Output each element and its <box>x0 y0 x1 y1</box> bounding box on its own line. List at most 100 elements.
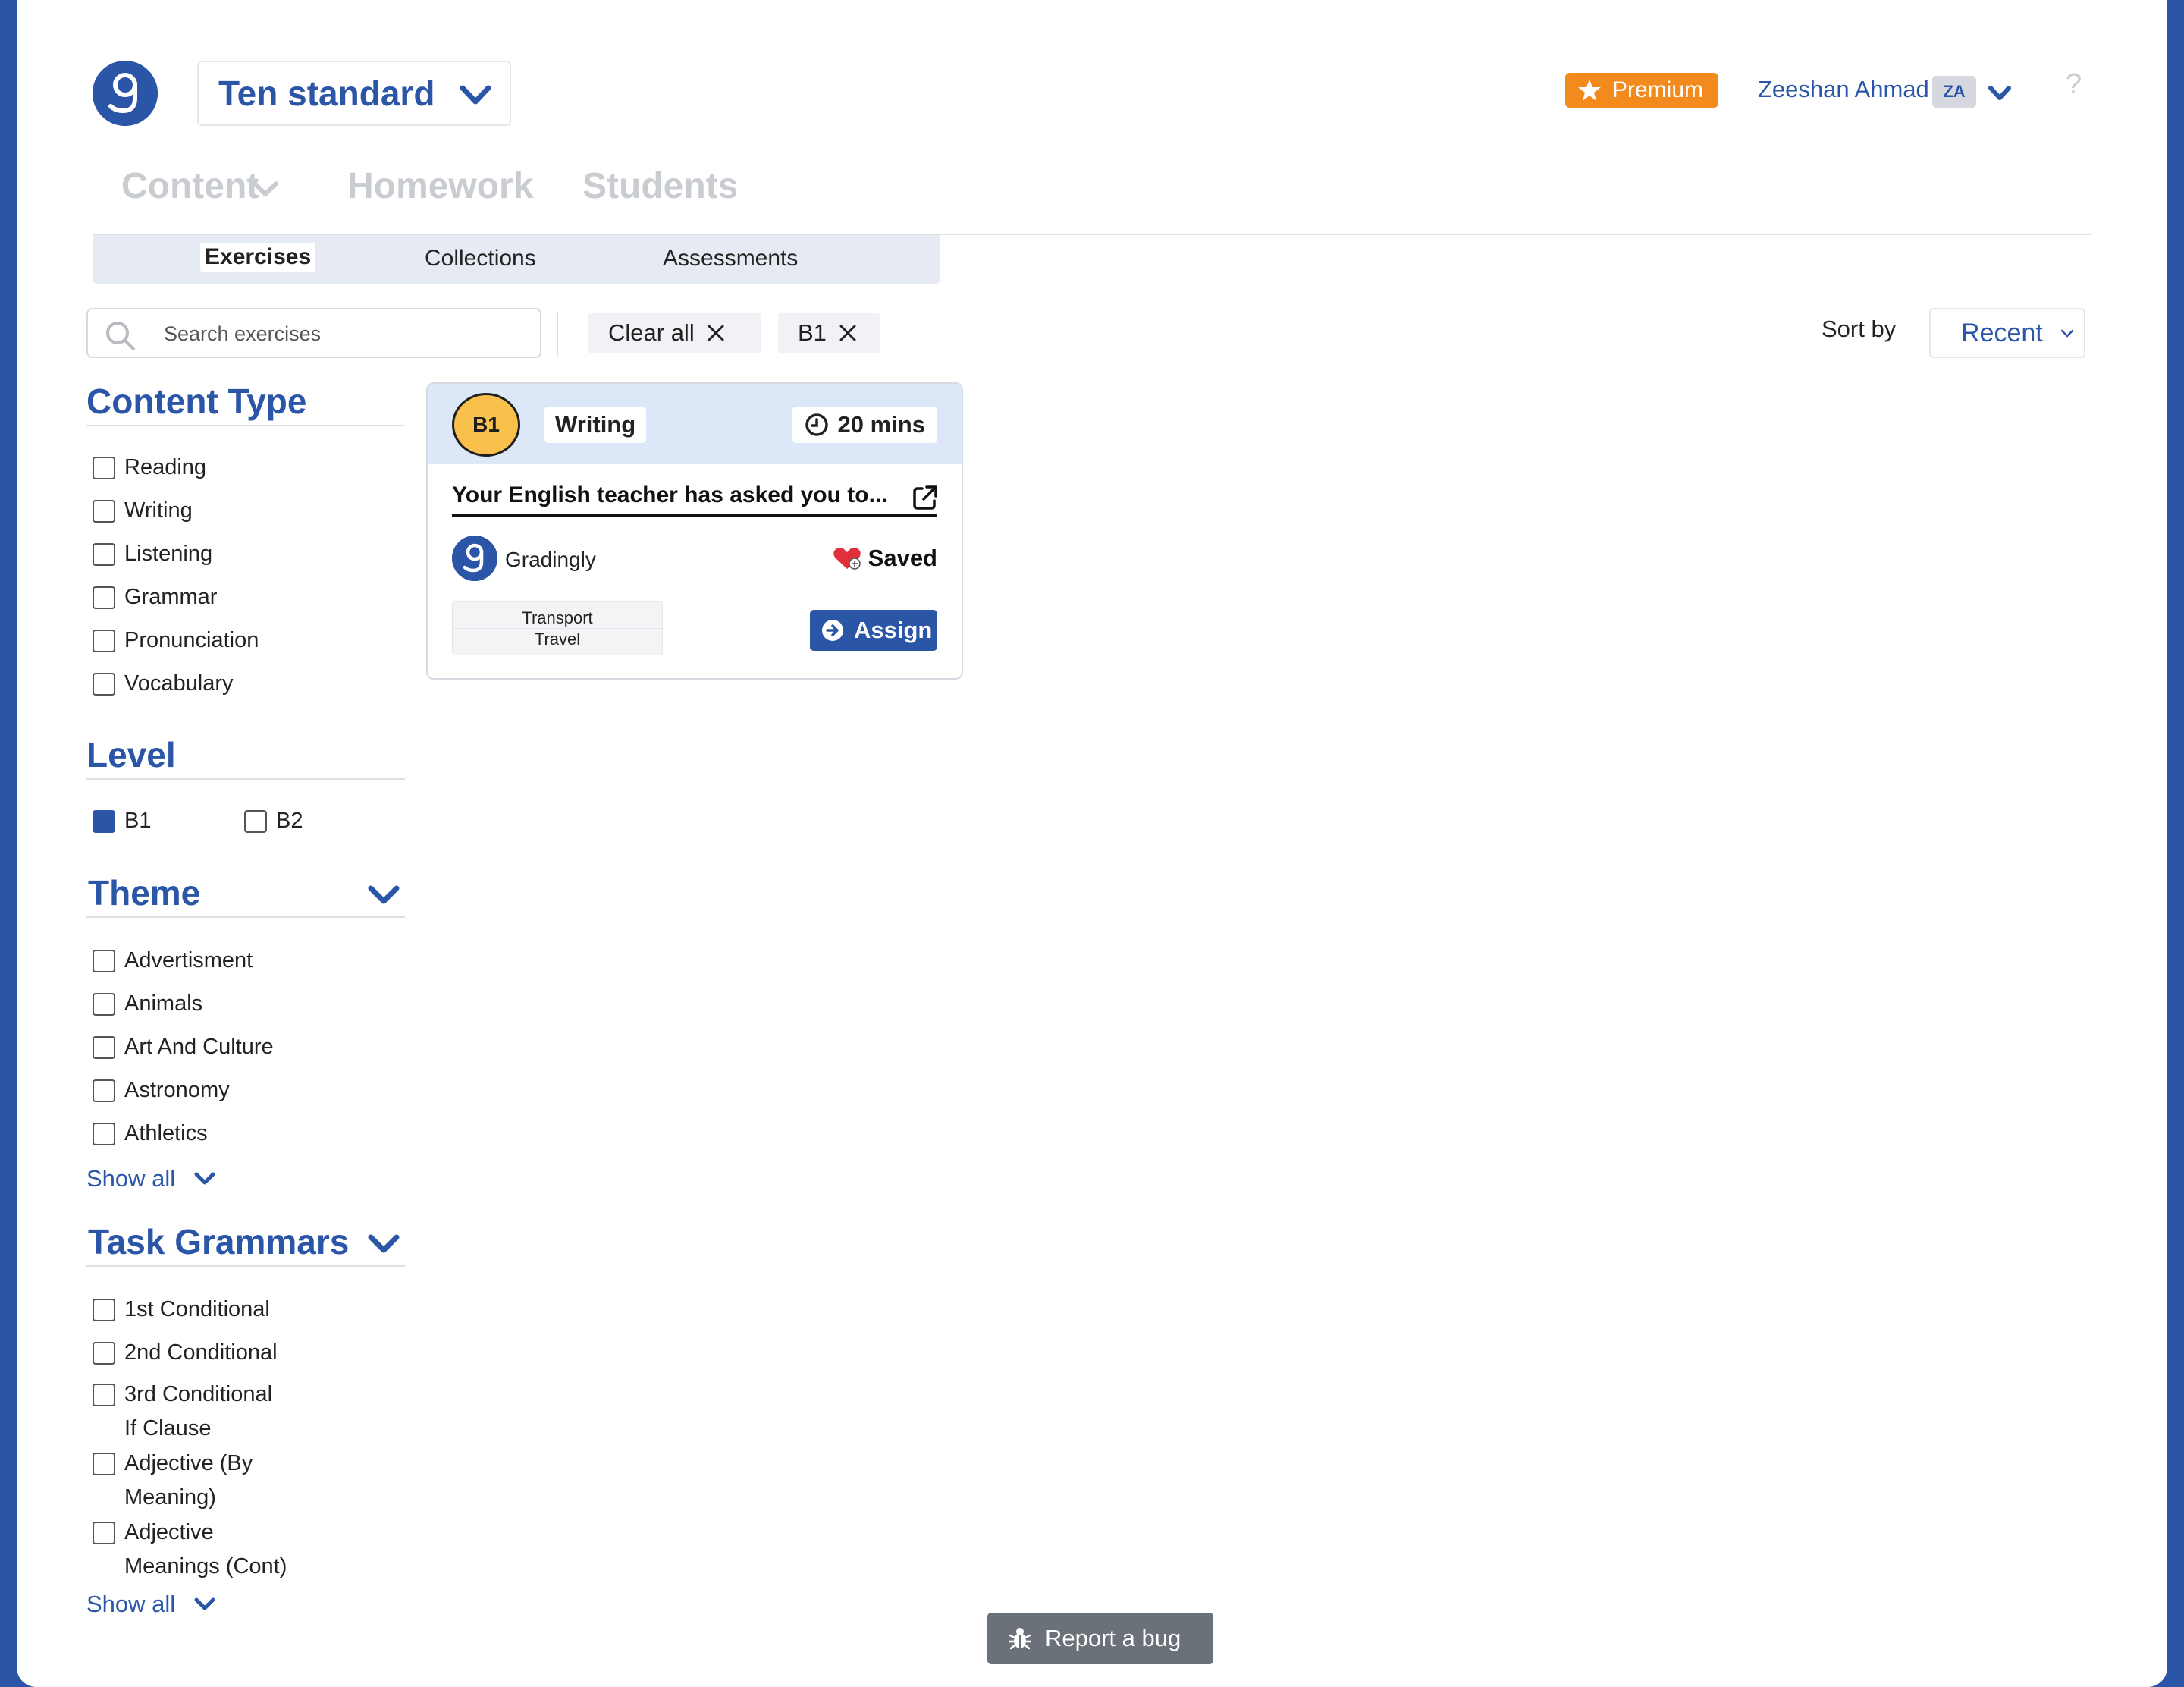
help-icon[interactable]: ? <box>2066 68 2082 101</box>
section-divider <box>86 778 405 780</box>
assign-button[interactable]: Assign <box>810 610 937 651</box>
filter-theme-art-and-culture[interactable]: Art And Culture <box>93 1035 274 1064</box>
sort-value: Recent <box>1961 318 2043 347</box>
checkbox-label: Art And Culture <box>124 1035 274 1059</box>
tab-collections[interactable]: Collections <box>425 246 536 272</box>
checkbox-label: 2nd Conditional <box>124 1340 278 1365</box>
premium-button[interactable]: Premium <box>1565 73 1718 108</box>
user-menu-chevron-icon[interactable] <box>1987 82 2013 105</box>
level-chip-label: B1 <box>798 319 827 346</box>
nav-homework[interactable]: Homework <box>347 165 533 207</box>
section-divider <box>86 1265 405 1267</box>
user-name[interactable]: Zeeshan Ahmad <box>1758 76 1929 103</box>
filter-pronunciation[interactable]: Pronunciation <box>93 628 259 658</box>
saved-toggle[interactable]: Saved <box>832 545 937 572</box>
checkbox-label: Adjective Meanings (Cont) <box>124 1520 287 1579</box>
filter-theme-astronomy[interactable]: Astronomy <box>93 1078 230 1107</box>
nav-students[interactable]: Students <box>582 165 738 207</box>
assign-label: Assign <box>854 617 933 643</box>
checkbox[interactable] <box>93 1384 115 1406</box>
checkbox[interactable] <box>93 543 115 566</box>
search-box <box>86 308 541 358</box>
checkbox[interactable] <box>93 1299 115 1321</box>
checkbox-label: Grammar <box>124 585 218 609</box>
close-icon[interactable] <box>839 324 857 342</box>
checkbox[interactable] <box>93 950 115 972</box>
nav-content[interactable]: Content <box>121 165 259 207</box>
filter-grammar[interactable]: Grammar <box>93 585 217 614</box>
duration-text: 20 mins <box>837 411 925 438</box>
checkbox[interactable] <box>93 586 115 609</box>
report-bug-button[interactable]: Report a bug <box>987 1613 1213 1664</box>
section-divider <box>86 425 405 426</box>
theme-collapse-chevron-icon[interactable] <box>367 881 400 909</box>
close-icon[interactable] <box>707 324 725 342</box>
checkbox[interactable] <box>93 673 115 696</box>
exercise-card[interactable]: B1 Writing 20 mins Your English teacher … <box>426 382 963 680</box>
star-icon <box>1578 80 1601 101</box>
checkbox-label: Animals <box>124 991 203 1016</box>
checkbox-label: Pronunciation <box>124 628 259 652</box>
gradingly-logo[interactable] <box>93 61 158 126</box>
logo-icon <box>93 61 158 126</box>
bug-icon <box>1009 1628 1031 1650</box>
heart-icon <box>833 547 861 570</box>
checkbox[interactable] <box>93 1036 115 1059</box>
filter-theme-advertisment[interactable]: Advertisment <box>93 948 253 978</box>
exercise-title[interactable]: Your English teacher has asked you to... <box>452 482 937 517</box>
checkbox-label: Vocabulary <box>124 671 234 696</box>
checkbox[interactable] <box>93 500 115 523</box>
tab-assessments[interactable]: Assessments <box>663 246 798 272</box>
content-chevron-icon[interactable] <box>250 176 281 203</box>
arrow-circle-right-icon <box>822 620 843 641</box>
external-link-icon[interactable] <box>912 484 939 511</box>
checkbox[interactable] <box>93 1522 115 1544</box>
filter-grammar-adjective-by-meaning[interactable]: Adjective (By Meaning) <box>93 1451 253 1515</box>
checkbox[interactable] <box>244 810 267 833</box>
filter-level-b1[interactable]: B1 <box>93 809 151 838</box>
saved-label: Saved <box>868 545 937 571</box>
checkbox-label: B2 <box>276 809 303 833</box>
filter-level-b2[interactable]: B2 <box>244 809 303 838</box>
checkbox-checked[interactable] <box>93 810 115 833</box>
filter-theme-animals[interactable]: Animals <box>93 991 202 1021</box>
filter-writing[interactable]: Writing <box>93 498 193 528</box>
filter-grammar-adjective-meanings-cont[interactable]: Adjective Meanings (Cont) <box>93 1520 287 1584</box>
show-all-label: Show all <box>86 1591 176 1617</box>
checkbox-label: Reading <box>124 455 207 479</box>
checkbox[interactable] <box>93 1079 115 1102</box>
checkbox[interactable] <box>93 630 115 652</box>
gradingly-icon <box>452 536 497 581</box>
checkbox-label: Astronomy <box>124 1078 230 1102</box>
avatar[interactable]: ZA <box>1932 76 1976 108</box>
checkbox-label: Writing <box>124 498 193 523</box>
filter-grammar-1st-conditional[interactable]: 1st Conditional <box>93 1297 270 1327</box>
checkbox[interactable] <box>93 1123 115 1145</box>
class-name: Ten standard <box>218 74 435 113</box>
checkbox-label: B1 <box>124 809 152 833</box>
task-grammars-collapse-chevron-icon[interactable] <box>367 1230 400 1258</box>
filter-vocabulary[interactable]: Vocabulary <box>93 671 234 701</box>
checkbox[interactable] <box>93 1342 115 1365</box>
checkbox-label: Athletics <box>124 1121 208 1145</box>
grammar-show-all-link[interactable]: Show all <box>86 1591 216 1618</box>
tab-exercises[interactable]: Exercises <box>200 243 316 272</box>
task-grammars-title: Task Grammars <box>88 1222 350 1261</box>
tag: Travel <box>534 630 581 649</box>
filter-grammar-2nd-conditional[interactable]: 2nd Conditional <box>93 1340 278 1370</box>
filter-listening[interactable]: Listening <box>93 542 212 571</box>
theme-show-all-link[interactable]: Show all <box>86 1165 216 1192</box>
sort-select[interactable]: Recent <box>1929 308 2085 358</box>
sort-label: Sort by <box>1822 316 1897 342</box>
clear-all-chip[interactable]: Clear all <box>588 313 761 353</box>
search-input[interactable] <box>164 319 528 349</box>
chevron-down-icon <box>194 1172 215 1185</box>
filter-theme-athletics[interactable]: Athletics <box>93 1121 208 1151</box>
filter-grammar-3rd-conditional[interactable]: 3rd Conditional If Clause <box>93 1382 272 1446</box>
class-selector[interactable]: Ten standard <box>197 61 511 126</box>
checkbox[interactable] <box>93 457 115 479</box>
filter-reading[interactable]: Reading <box>93 455 206 485</box>
checkbox[interactable] <box>93 993 115 1016</box>
checkbox[interactable] <box>93 1453 115 1475</box>
level-filter-chip[interactable]: B1 <box>778 313 880 353</box>
